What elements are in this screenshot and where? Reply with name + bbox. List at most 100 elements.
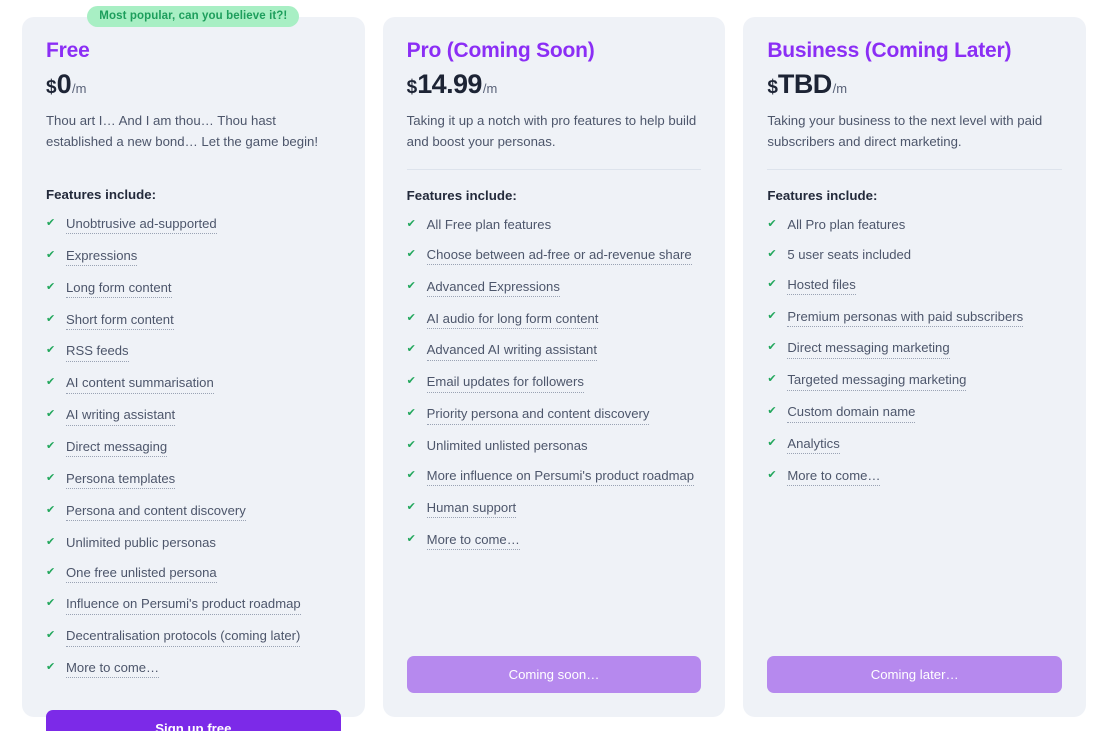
feature-item: ✔ Targeted messaging marketing bbox=[767, 372, 1062, 391]
feature-label[interactable]: Priority persona and content discovery bbox=[426, 406, 650, 425]
check-icon: ✔ bbox=[406, 500, 416, 513]
feature-label[interactable]: AI audio for long form content bbox=[426, 311, 599, 329]
feature-item: ✔ More to come… bbox=[46, 660, 341, 679]
price-period: /m bbox=[482, 81, 498, 97]
feature-item: ✔ Hosted files bbox=[767, 277, 1062, 296]
feature-label: All Free plan features bbox=[426, 217, 552, 233]
feature-item: ✔ Short form content bbox=[46, 312, 341, 330]
feature-label[interactable]: One free unlisted persona bbox=[66, 565, 217, 583]
check-icon: ✔ bbox=[767, 468, 777, 481]
feature-label[interactable]: Advanced AI writing assistant bbox=[426, 342, 597, 361]
check-icon: ✔ bbox=[46, 597, 56, 610]
feature-item: ✔ AI content summarisation bbox=[46, 375, 341, 394]
check-icon: ✔ bbox=[767, 405, 777, 418]
feature-item: ✔ Direct messaging marketing bbox=[767, 340, 1062, 359]
feature-item: ✔ Persona and content discovery bbox=[46, 503, 341, 522]
check-icon: ✔ bbox=[767, 309, 777, 322]
feature-item: ✔ Choose between ad-free or ad-revenue sh… bbox=[407, 247, 702, 266]
feature-label[interactable]: Custom domain name bbox=[787, 404, 916, 423]
feature-label: All Pro plan features bbox=[787, 217, 906, 233]
price-currency: $ bbox=[406, 77, 418, 99]
feature-item: ✔ All Free plan features bbox=[407, 217, 702, 233]
feature-label[interactable]: More to come… bbox=[66, 660, 160, 679]
features-heading: Features include: bbox=[406, 188, 517, 204]
feature-item: ✔ Human support bbox=[406, 500, 702, 519]
pricing-plans-grid: Most popular, can you believe it?! Free $0… bbox=[0, 0, 1108, 731]
feature-label[interactable]: Persona and content discovery bbox=[66, 503, 246, 522]
feature-label[interactable]: Decentralisation protocols (coming later… bbox=[66, 628, 301, 647]
feature-label[interactable]: Direct messaging marketing bbox=[787, 340, 950, 359]
plan-description: Taking your business to the next level w… bbox=[767, 113, 1043, 149]
plan-price: $14.99/m bbox=[407, 71, 702, 98]
plan-price: $ TBD/m bbox=[767, 71, 1062, 98]
price-period: /m bbox=[72, 81, 87, 97]
plan-name: Free bbox=[46, 39, 90, 62]
features-list: ✔ All Free plan features ✔ Choose between a… bbox=[407, 217, 702, 638]
plan-cta-button: Coming later… bbox=[767, 656, 1063, 693]
feature-label[interactable]: AI writing assistant bbox=[66, 407, 176, 426]
feature-item: ✔ RSS feeds bbox=[46, 343, 341, 362]
check-icon: ✔ bbox=[767, 437, 777, 450]
feature-label[interactable]: Email updates for followers bbox=[426, 374, 584, 393]
check-icon: ✔ bbox=[406, 468, 416, 481]
feature-label[interactable]: Advanced Expressions bbox=[426, 279, 560, 298]
feature-item: ✔ More to come… bbox=[407, 532, 702, 550]
price-amount: 14.99 bbox=[417, 69, 482, 100]
feature-label[interactable]: Hosted files bbox=[787, 277, 856, 296]
plan-description: Thou art I… And I am thou… Thou hast est… bbox=[46, 113, 318, 149]
feature-label: Unlimited public personas bbox=[66, 534, 216, 550]
check-icon: ✔ bbox=[46, 440, 56, 453]
feature-label[interactable]: Choose between ad-free or ad-revenue sha… bbox=[426, 247, 692, 266]
feature-label[interactable]: Direct messaging bbox=[66, 439, 168, 458]
feature-item: ✔ More influence on Persumi's product roa… bbox=[406, 468, 702, 487]
feature-item: ✔ More to come… bbox=[767, 468, 1062, 487]
feature-label[interactable]: Unobtrusive ad-supported bbox=[66, 216, 217, 235]
feature-item: ✔ Long form content bbox=[46, 280, 341, 299]
check-icon: ✔ bbox=[767, 247, 777, 260]
price-currency: $ bbox=[767, 77, 778, 99]
check-icon: ✔ bbox=[46, 217, 56, 230]
feature-label[interactable]: Premium personas with paid subscribers bbox=[787, 309, 1024, 327]
check-icon: ✔ bbox=[46, 629, 56, 642]
check-icon: ✔ bbox=[767, 373, 777, 386]
feature-item: ✔ Influence on Persumi's product roadmap bbox=[46, 596, 341, 615]
feature-label[interactable]: Targeted messaging marketing bbox=[787, 372, 967, 391]
feature-label[interactable]: Persona templates bbox=[66, 471, 176, 490]
check-icon: ✔ bbox=[406, 407, 416, 420]
feature-label[interactable]: More to come… bbox=[426, 532, 520, 550]
feature-item: ✔ Unlimited unlisted personas bbox=[407, 438, 702, 454]
plan-price: $0/m bbox=[46, 71, 341, 98]
price-amount: 0 bbox=[56, 69, 72, 100]
feature-item: ✔ Custom domain name bbox=[767, 404, 1062, 423]
check-icon: ✔ bbox=[46, 661, 56, 674]
feature-item: ✔ AI writing assistant bbox=[46, 407, 341, 426]
feature-label[interactable]: Short form content bbox=[66, 312, 174, 330]
feature-label[interactable]: Long form content bbox=[66, 280, 172, 299]
feature-item: ✔ Direct messaging bbox=[46, 439, 341, 458]
feature-label[interactable]: More influence on Persumi's product road… bbox=[426, 468, 695, 487]
price-currency: $ bbox=[46, 77, 57, 99]
feature-item: ✔ Analytics bbox=[767, 436, 1062, 455]
check-icon: ✔ bbox=[406, 375, 416, 388]
check-icon: ✔ bbox=[767, 218, 777, 231]
plan-cta-button[interactable]: Sign up free bbox=[46, 709, 341, 731]
feature-label[interactable]: Analytics bbox=[787, 436, 840, 455]
feature-label[interactable]: Influence on Persumi's product roadmap bbox=[66, 596, 301, 615]
feature-item: ✔ Unobtrusive ad-supported bbox=[46, 216, 341, 235]
check-icon: ✔ bbox=[406, 279, 416, 292]
feature-label[interactable]: More to come… bbox=[787, 468, 881, 487]
popular-badge-wrap: Most popular, can you believe it?! bbox=[22, 6, 365, 27]
feature-item: ✔ Email updates for followers bbox=[406, 374, 702, 393]
feature-item: ✔ Priority persona and content discovery bbox=[406, 406, 702, 425]
feature-item: ✔ Premium personas with paid subscribers bbox=[767, 309, 1062, 327]
plan-cta-button: Coming soon… bbox=[406, 656, 702, 693]
plan-name: Pro (Coming Soon) bbox=[406, 39, 595, 62]
feature-label[interactable]: AI content summarisation bbox=[66, 375, 214, 394]
check-icon: ✔ bbox=[46, 248, 56, 261]
feature-label[interactable]: RSS feeds bbox=[66, 343, 129, 362]
feature-label[interactable]: Human support bbox=[426, 500, 517, 519]
feature-item: ✔ One free unlisted persona bbox=[46, 565, 341, 583]
feature-item: ✔ AI audio for long form content bbox=[407, 311, 702, 329]
price-amount: TBD bbox=[777, 69, 832, 100]
feature-label[interactable]: Expressions bbox=[66, 248, 138, 267]
